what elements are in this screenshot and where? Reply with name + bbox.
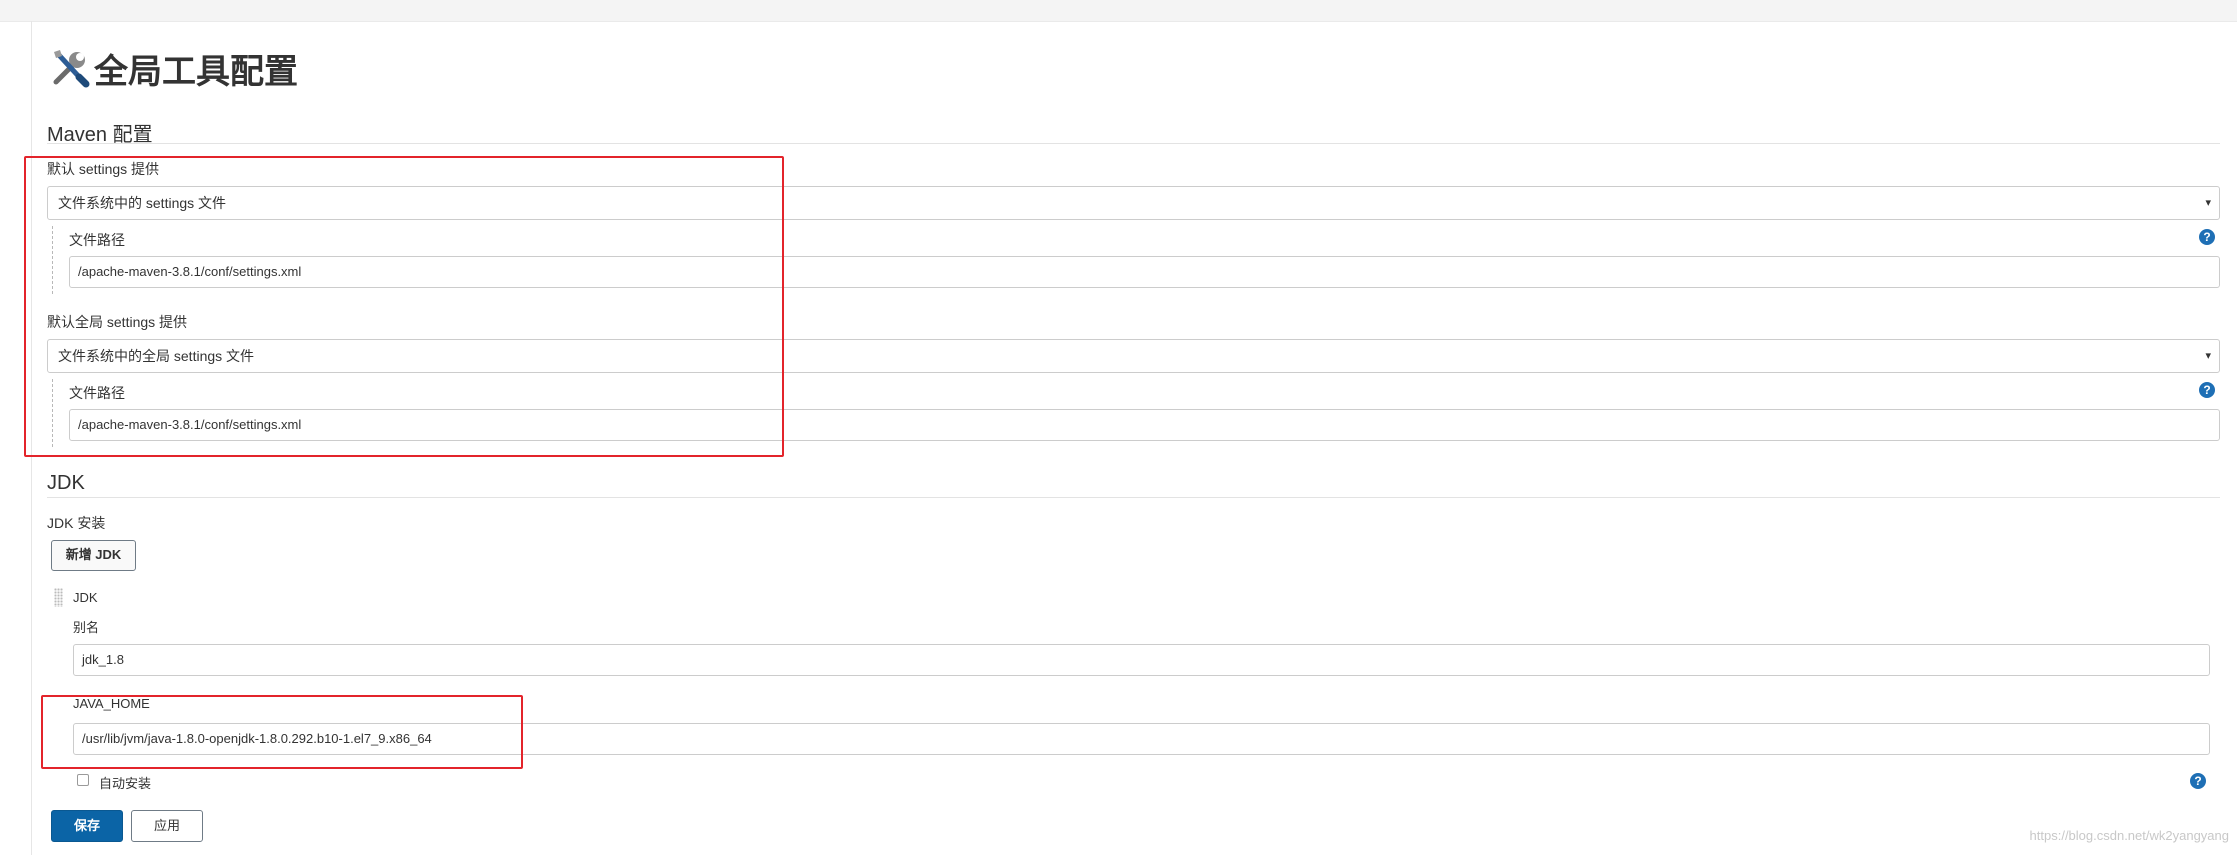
top-bar [0,0,2237,22]
page-title: 全局工具配置 [94,53,298,91]
jdk-section-divider [47,497,2220,498]
jdk-alias-input[interactable]: jdk_1.8 [73,644,2210,676]
select-arrow-icon: ▾ [2205,197,2211,209]
watermark: https://blog.csdn.net/wk2yangyang [2029,828,2229,843]
select-arrow-icon: ▾ [2205,350,2211,362]
help-icon[interactable]: ? [2190,773,2206,789]
maven-settings-highlight-box [24,156,784,457]
jdk-section-heading: JDK [47,472,85,494]
help-icon[interactable]: ? [2199,382,2215,398]
jdk-installations-label: JDK 安装 [47,515,106,531]
help-icon[interactable]: ? [2199,229,2215,245]
jdk-alias-label: 别名 [73,620,100,635]
add-jdk-button[interactable]: 新增 JDK [51,540,136,571]
auto-install-label: 自动安装 [99,776,152,791]
drag-handle-icon[interactable] [54,588,63,607]
tools-icon [48,46,92,90]
auto-install-checkbox[interactable] [77,774,89,786]
maven-section-divider [47,143,2220,144]
java-home-highlight-box [41,695,523,769]
apply-button[interactable]: 应用 [131,810,203,842]
jdk-item-title: JDK [73,590,98,605]
save-button[interactable]: 保存 [51,810,123,842]
